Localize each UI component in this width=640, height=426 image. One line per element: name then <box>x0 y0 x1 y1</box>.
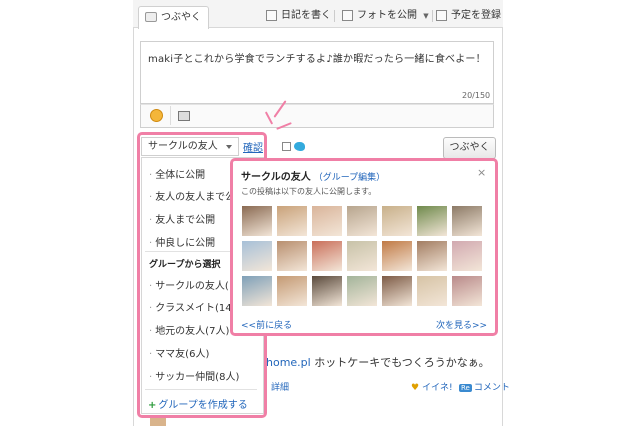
next-page-link[interactable]: 次を見る>> <box>436 318 487 331</box>
close-icon[interactable]: × <box>477 166 486 179</box>
post-text: maki子とこれから学食でランチするよ♪誰か暇だったら一緒に食べよー！ <box>148 54 486 65</box>
popup-title-text: サークルの友人 <box>241 172 311 183</box>
attach-photo-icon[interactable] <box>178 111 190 121</box>
write-diary-link[interactable]: 日記を書く <box>266 9 331 23</box>
prev-page-link[interactable]: <<前に戻る <box>241 318 292 331</box>
calendar-icon <box>436 10 447 21</box>
friend-avatar[interactable] <box>241 275 273 307</box>
divider <box>170 106 171 125</box>
friend-avatar[interactable] <box>416 240 448 272</box>
speech-bubble-icon <box>145 12 157 22</box>
friend-avatar[interactable] <box>276 205 308 237</box>
heart-icon: ♥ <box>411 383 420 393</box>
tab-label: つぶやく <box>161 12 201 23</box>
photo-icon <box>342 10 353 21</box>
composer-toolbar <box>140 104 494 128</box>
publish-photo-link[interactable]: フォトを公開 ▼ <box>342 9 429 23</box>
twitter-bird-icon <box>294 142 305 151</box>
twitter-checkbox[interactable] <box>282 142 291 151</box>
popup-description: この投稿は以下の友人に公開します。 <box>241 187 377 196</box>
popup-title: サークルの友人 （グループ編集） <box>241 168 385 183</box>
write-diary-label: 日記を書く <box>281 10 331 21</box>
edit-group-link[interactable]: （グループ編集） <box>314 173 385 183</box>
friend-avatar[interactable] <box>381 205 413 237</box>
friend-avatar[interactable] <box>451 240 483 272</box>
friend-avatar[interactable] <box>381 275 413 307</box>
friend-avatar[interactable] <box>416 205 448 237</box>
friend-avatar[interactable] <box>276 275 308 307</box>
comment-button[interactable]: Re コメント <box>459 380 510 393</box>
friend-avatar[interactable] <box>311 205 343 237</box>
friend-avatar[interactable] <box>311 240 343 272</box>
avatar <box>150 418 166 426</box>
char-counter: 20/150 <box>462 91 491 100</box>
friend-avatar[interactable] <box>451 205 483 237</box>
publish-photo-label: フォトを公開 <box>357 10 417 21</box>
submit-button[interactable]: つぶやく <box>443 137 496 159</box>
register-schedule-link[interactable]: 予定を登録 <box>436 9 501 23</box>
friend-avatar[interactable] <box>311 275 343 307</box>
friend-avatar[interactable] <box>276 240 308 272</box>
chevron-down-icon: ▼ <box>423 12 429 20</box>
friend-avatar[interactable] <box>346 240 378 272</box>
like-label: イイネ! <box>421 383 453 393</box>
tab-tsubuyaku[interactable]: つぶやく <box>138 6 209 29</box>
friend-avatar[interactable] <box>416 275 448 307</box>
friend-avatar[interactable] <box>346 205 378 237</box>
friend-avatar[interactable] <box>381 240 413 272</box>
friend-avatar[interactable] <box>451 275 483 307</box>
comment-label: コメント <box>473 383 510 393</box>
feed-post-link[interactable]: home.pl <box>266 356 311 369</box>
like-button[interactable]: ♥ イイネ! <box>411 380 453 393</box>
register-schedule-label: 予定を登録 <box>451 10 501 21</box>
feed-detail-link[interactable]: 詳細 <box>271 380 289 393</box>
friend-avatar[interactable] <box>241 205 273 237</box>
friend-avatar[interactable] <box>241 240 273 272</box>
divider <box>432 10 433 22</box>
pencil-icon <box>266 10 277 21</box>
comment-icon: Re <box>459 384 472 392</box>
divider <box>334 10 335 22</box>
emoji-icon[interactable] <box>150 109 163 122</box>
feed-post-body: ホットケーキでもつくろうかなぁ。 <box>310 356 490 369</box>
feed-post-text: home.pl ホットケーキでもつくろうかなぁ。 <box>266 354 490 370</box>
friend-avatar[interactable] <box>346 275 378 307</box>
